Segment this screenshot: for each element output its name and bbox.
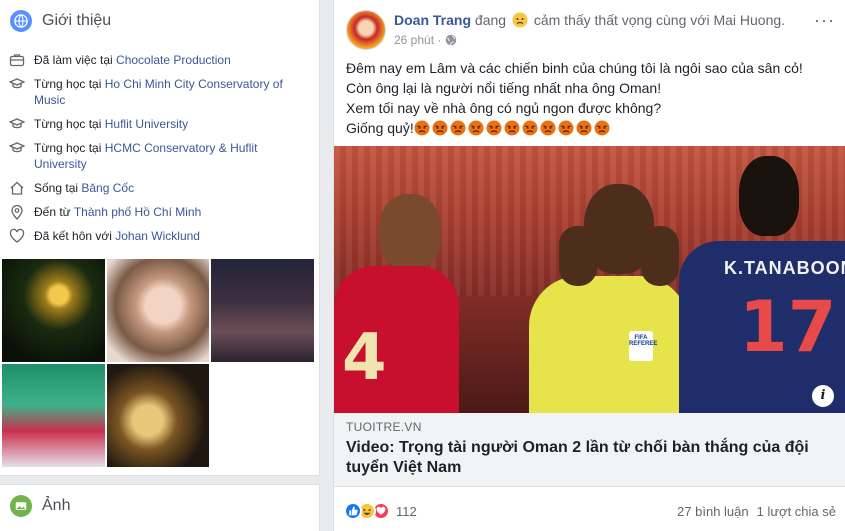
intro-item-lives: Sống tại Băng Cốc <box>8 180 311 196</box>
intro-item-link[interactable]: Huflit University <box>105 117 188 131</box>
post-line: Giống quỷ! <box>346 120 414 136</box>
graduation-cap-icon <box>8 116 26 132</box>
intro-item-edu-1: Từng học tại Ho Chi Minh City Conservato… <box>8 76 311 108</box>
reactions-summary[interactable]: 112 <box>344 502 417 520</box>
jersey-number-left: 4 <box>342 321 387 395</box>
post-timestamp[interactable]: 26 phút · <box>394 33 457 47</box>
author-name[interactable]: Doan Trang <box>394 12 471 28</box>
photo-icon <box>10 495 32 517</box>
post-text: Đêm nay em Lâm và các chiến binh của chú… <box>334 56 845 138</box>
jersey-name-right: K.TANABOON <box>724 258 845 278</box>
post-header: Doan Trang đang cảm thấy thất vọng cùng … <box>334 0 845 56</box>
post-line: Xem tối nay về nhà ông có ngủ ngon được … <box>346 100 662 116</box>
author-line: Doan Trang đang cảm thấy thất vọng cùng … <box>394 12 785 28</box>
intro-item-prefix: Từng học tại <box>34 117 105 131</box>
intro-card: Giới thiệu Đã làm việc tại Chocolate Pro… <box>0 0 320 476</box>
featured-photo[interactable] <box>107 259 209 362</box>
photos-title[interactable]: Ảnh <box>42 497 70 515</box>
intro-item-prefix: Từng học tại <box>34 141 105 155</box>
globe-icon <box>10 10 32 32</box>
intro-item-prefix: Từng học tại <box>34 77 105 91</box>
link-domain: TUOITRE.VN <box>346 420 422 434</box>
fifa-badge: FIFA REFEREE <box>629 331 657 361</box>
post-card: Doan Trang đang cảm thấy thất vọng cùng … <box>333 0 845 531</box>
link-preview-meta[interactable]: TUOITRE.VN Video: Trọng tài người Oman 2… <box>334 413 845 487</box>
home-icon <box>8 180 26 196</box>
briefcase-icon <box>8 52 26 68</box>
featured-photo[interactable] <box>211 259 314 362</box>
intro-item-from: Đến từ Thành phố Hồ Chí Minh <box>8 204 311 220</box>
engagement-stats: 27 bình luận 1 lượt chia sẻ <box>677 504 836 519</box>
globe-privacy-icon <box>446 34 457 46</box>
referee <box>529 276 689 413</box>
player-right-head <box>739 156 799 236</box>
jersey-number-right: 17 <box>739 286 837 368</box>
photos-header: Ảnh <box>0 485 319 527</box>
angry-face-icon <box>432 120 448 136</box>
angry-face-icon <box>558 120 574 136</box>
post-line-last: Giống quỷ! <box>346 118 833 138</box>
featured-photo[interactable] <box>107 364 209 467</box>
info-icon[interactable]: i <box>812 385 834 407</box>
angry-face-icon <box>486 120 502 136</box>
intro-item-married: Đã kết hôn với Johan Wicklund <box>8 228 311 244</box>
angry-face-icon <box>468 120 484 136</box>
graduation-cap-icon <box>8 76 26 92</box>
intro-header: Giới thiệu <box>0 0 319 42</box>
graduation-cap-icon <box>8 140 26 156</box>
post-line: Đêm nay em Lâm và các chiến binh của chú… <box>346 60 803 76</box>
post-line: Còn ông lại là người nổi tiếng nhất nha … <box>346 80 662 96</box>
feeling-text: cảm thấy thất vọng cùng với Mai Huong. <box>533 12 786 28</box>
angry-face-icon <box>576 120 592 136</box>
link-preview-image[interactable]: 4 FIFA REFEREE K.TANABOON 17 i <box>334 146 845 413</box>
heart-icon <box>8 228 26 244</box>
angry-face-icon <box>540 120 556 136</box>
intro-item-work: Đã làm việc tại Chocolate Production <box>8 52 311 68</box>
intro-title: Giới thiệu <box>42 12 112 29</box>
intro-list: Đã làm việc tại Chocolate Production Từn… <box>0 52 319 244</box>
intro-item-edu-2: Từng học tại Huflit University <box>8 116 311 132</box>
reaction-count[interactable]: 112 <box>396 504 417 519</box>
angry-face-icon <box>414 120 430 136</box>
share-count[interactable]: 1 lượt chia sẻ <box>757 504 836 519</box>
intro-item-link[interactable]: Thành phố Hồ Chí Minh <box>74 205 201 219</box>
angry-face-icon <box>594 120 610 136</box>
featured-photo[interactable] <box>2 259 105 362</box>
angry-emoji-row <box>414 120 610 136</box>
post-footer: 112 27 bình luận 1 lượt chia sẻ <box>334 497 845 525</box>
angry-face-icon <box>450 120 466 136</box>
referee-hand <box>559 226 597 286</box>
intro-item-link[interactable]: Johan Wicklund <box>115 229 200 243</box>
intro-item-prefix: Sống tại <box>34 181 82 195</box>
referee-hand <box>641 226 679 286</box>
like-reaction-icon <box>344 502 362 520</box>
link-preview[interactable]: 4 FIFA REFEREE K.TANABOON 17 i TUOITRE.V… <box>334 146 845 487</box>
intro-item-link[interactable]: Chocolate Production <box>116 53 231 67</box>
intro-item-prefix: Đã kết hôn với <box>34 229 116 243</box>
intro-item-edu-3: Từng học tại HCMC Conservatory & Huflit … <box>8 140 311 172</box>
disappointed-face-icon <box>512 12 528 28</box>
intro-item-link[interactable]: Băng Cốc <box>81 181 134 195</box>
avatar[interactable] <box>346 10 386 50</box>
photos-card: Ảnh <box>0 484 320 531</box>
comment-count[interactable]: 27 bình luận <box>677 504 749 519</box>
intro-item-prefix: Đến từ <box>34 205 74 219</box>
player-left-head <box>379 194 441 269</box>
link-title[interactable]: Video: Trọng tài người Oman 2 lần từ chố… <box>346 438 834 478</box>
more-options-button[interactable]: ··· <box>814 10 835 31</box>
feeling-prefix: đang <box>474 12 507 28</box>
timestamp-text: 26 phút · <box>394 33 442 47</box>
angry-face-icon <box>504 120 520 136</box>
location-pin-icon <box>8 204 26 220</box>
angry-face-icon <box>522 120 538 136</box>
featured-photo[interactable] <box>2 364 105 467</box>
intro-item-prefix: Đã làm việc tại <box>34 53 117 67</box>
